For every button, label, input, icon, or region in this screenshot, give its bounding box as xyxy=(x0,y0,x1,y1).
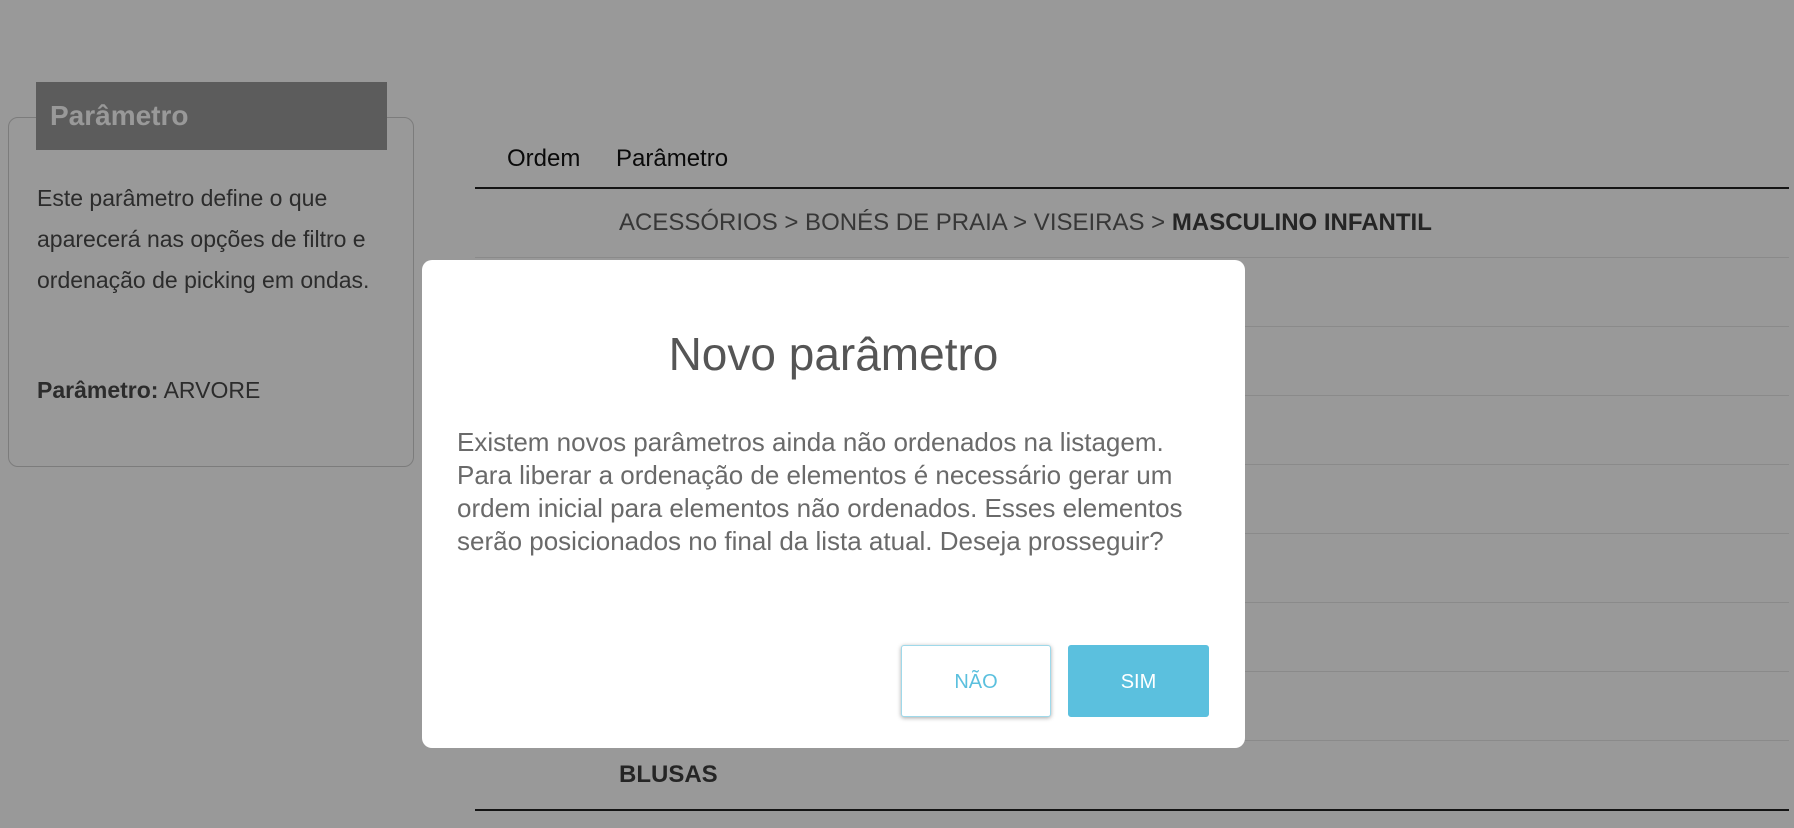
new-parameter-dialog: Novo parâmetro Existem novos parâmetros … xyxy=(422,260,1245,748)
dialog-message: Existem novos parâmetros ainda não orden… xyxy=(457,427,1183,556)
cancel-button[interactable]: NÃO xyxy=(901,645,1051,717)
confirm-button[interactable]: SIM xyxy=(1068,645,1209,717)
dialog-title: Novo parâmetro xyxy=(668,328,999,380)
page: Parâmetro Este parâmetro define o que ap… xyxy=(0,0,1794,828)
